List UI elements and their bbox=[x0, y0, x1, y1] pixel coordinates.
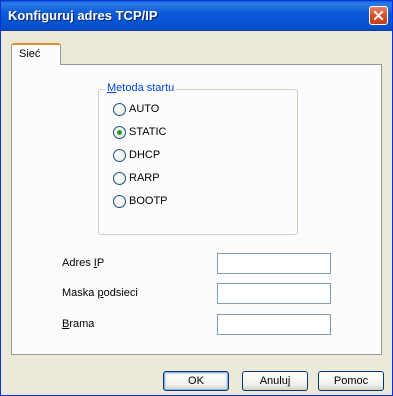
startup-method-legend: Metoda startu bbox=[105, 82, 177, 94]
cancel-button[interactable]: Anuluj bbox=[242, 371, 308, 391]
tab-siec[interactable]: Sieć bbox=[11, 43, 61, 65]
startup-method-group: Metoda startu AUTO STATIC DHCP RARP BOOT… bbox=[98, 82, 298, 235]
radio-label-static: STATIC bbox=[129, 126, 167, 138]
gateway-label: Brama bbox=[62, 318, 95, 330]
radio-bootp[interactable]: BOOTP bbox=[113, 194, 168, 208]
window-title: Konfiguruj adres TCP/IP bbox=[8, 8, 158, 23]
radio-button-auto[interactable] bbox=[113, 102, 126, 116]
dialog-client-area: Sieć Metoda startu AUTO STATIC DHCP RARP… bbox=[4, 31, 389, 393]
subnet-mask-label: Maska podsieci bbox=[62, 287, 138, 299]
radio-rarp[interactable]: RARP bbox=[113, 171, 160, 185]
radio-label-dhcp: DHCP bbox=[129, 149, 161, 161]
close-button[interactable] bbox=[369, 6, 388, 25]
ip-address-input[interactable] bbox=[217, 253, 331, 274]
help-button[interactable]: Pomoc bbox=[318, 371, 384, 391]
radio-dhcp[interactable]: DHCP bbox=[113, 148, 160, 162]
radio-button-bootp[interactable] bbox=[113, 194, 126, 208]
radio-static[interactable]: STATIC bbox=[113, 125, 166, 139]
radio-button-dhcp[interactable] bbox=[113, 148, 126, 162]
ok-button[interactable]: OK bbox=[163, 371, 229, 391]
gateway-input[interactable] bbox=[217, 314, 331, 335]
radio-auto[interactable]: AUTO bbox=[113, 102, 159, 116]
ip-address-label: Adres IP bbox=[62, 257, 105, 269]
subnet-mask-input[interactable] bbox=[217, 283, 331, 304]
tab-label: Sieć bbox=[19, 48, 41, 60]
tab-panel: Metoda startu AUTO STATIC DHCP RARP BOOT… bbox=[11, 64, 382, 355]
radio-button-static[interactable] bbox=[113, 125, 126, 139]
title-bar[interactable]: Konfiguruj adres TCP/IP bbox=[1, 1, 392, 31]
close-icon bbox=[373, 10, 384, 21]
radio-label-rarp: RARP bbox=[129, 172, 160, 184]
radio-label-auto: AUTO bbox=[129, 103, 160, 115]
radio-label-bootp: BOOTP bbox=[129, 195, 168, 207]
radio-button-rarp[interactable] bbox=[113, 171, 126, 185]
dialog-window: Konfiguruj adres TCP/IP Sieć Metoda star… bbox=[0, 0, 393, 396]
